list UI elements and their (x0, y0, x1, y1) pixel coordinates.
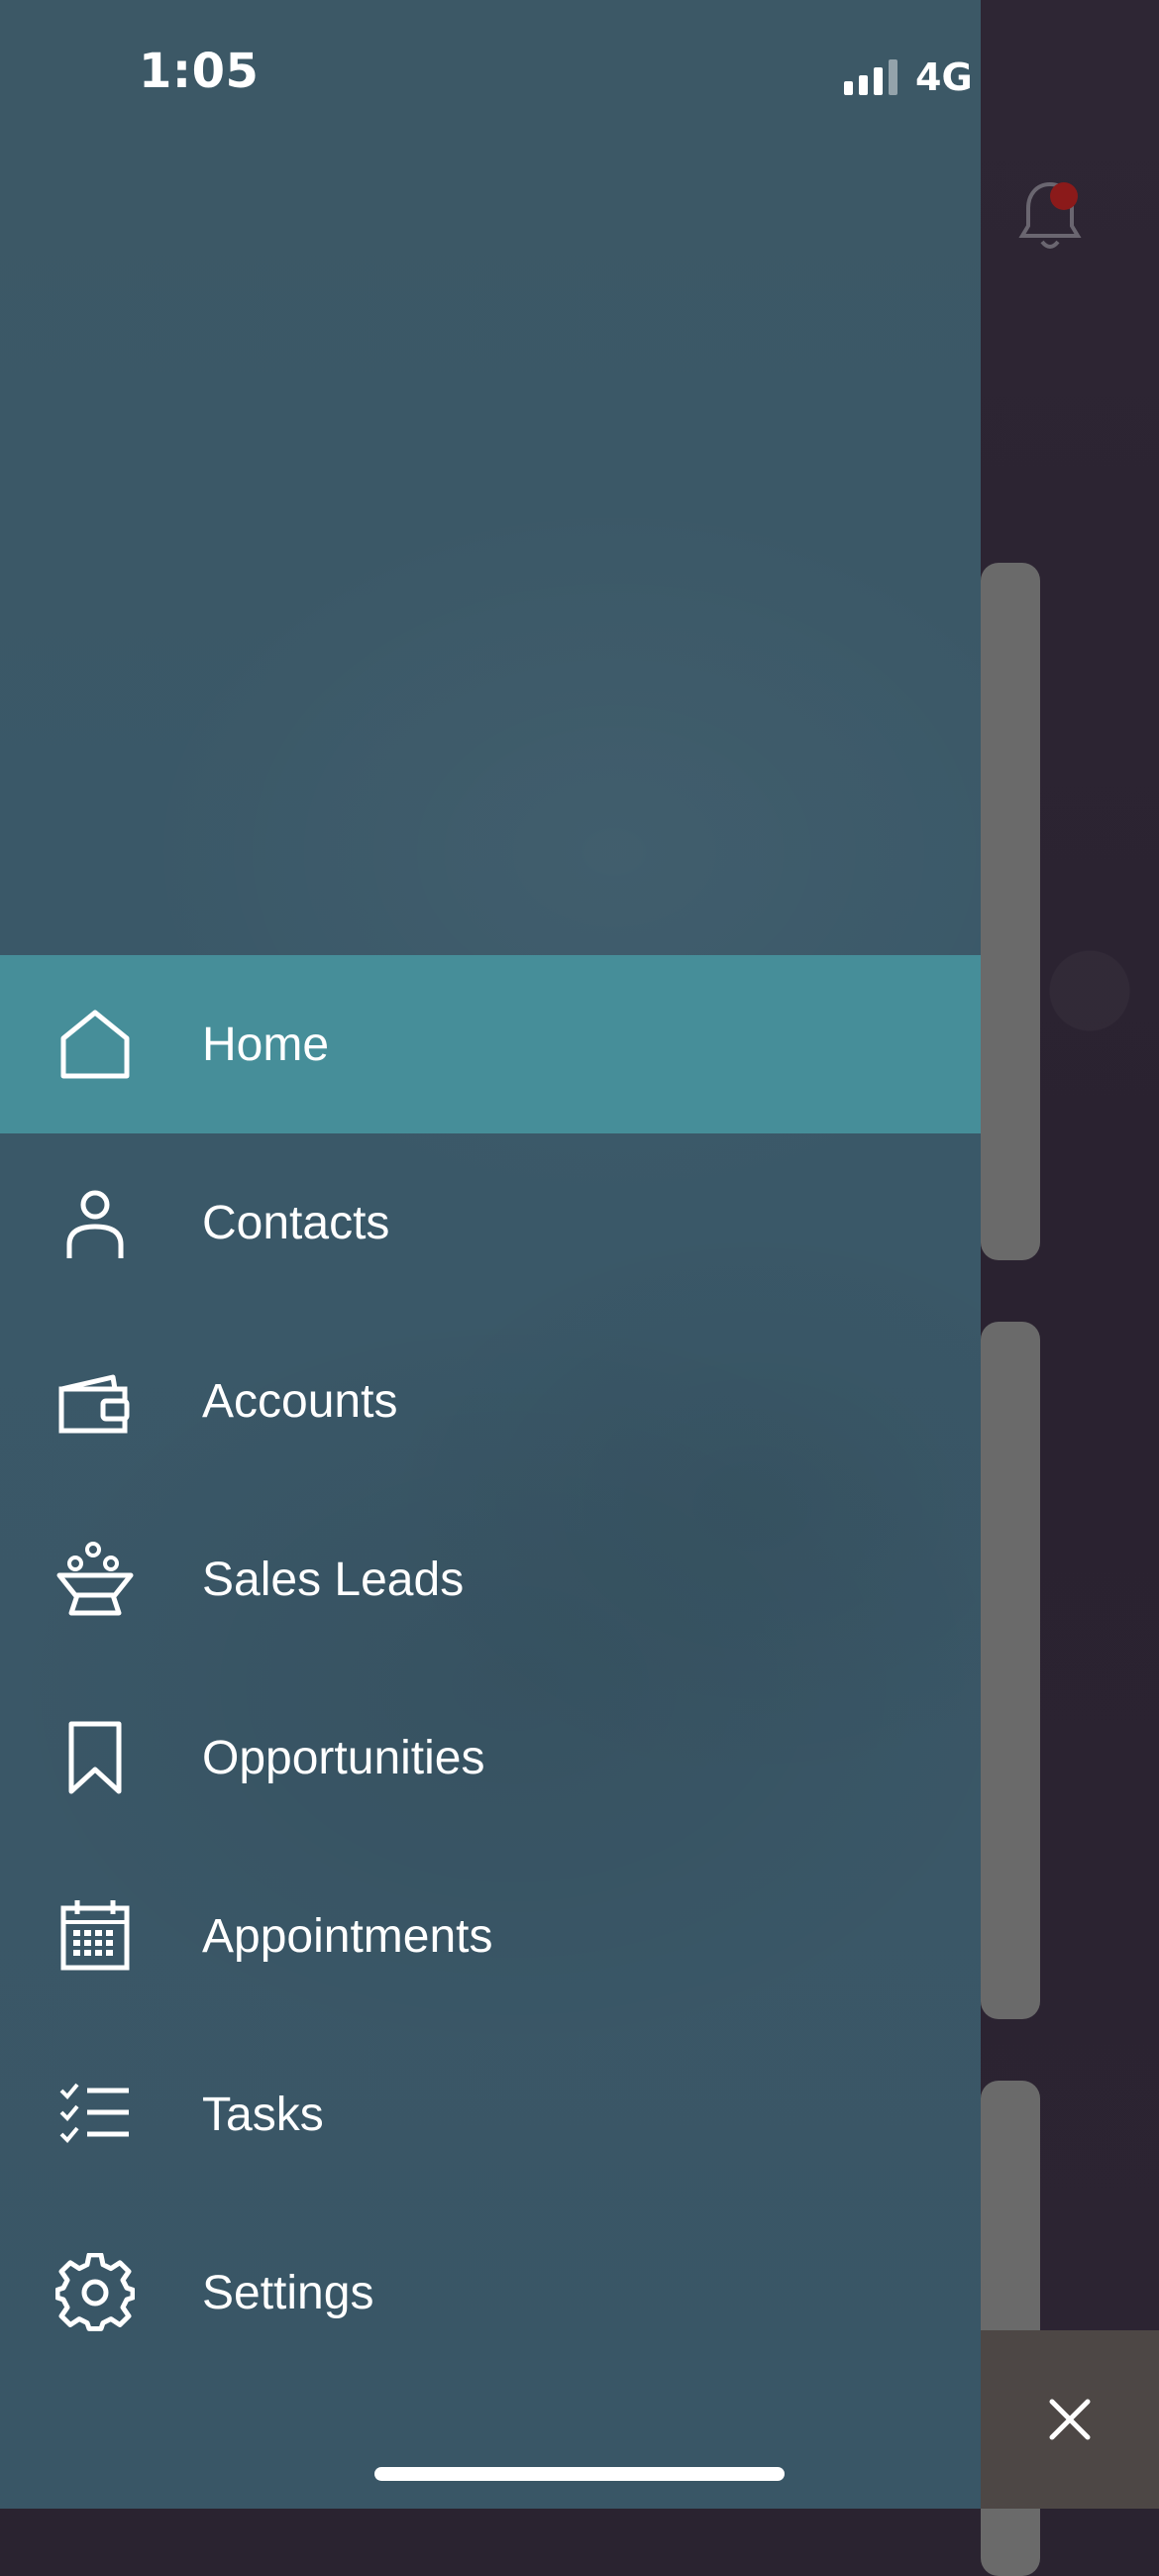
funnel-leads-icon (55, 1540, 135, 1619)
home-icon (55, 1005, 135, 1084)
menu-item-label: Accounts (202, 1374, 398, 1428)
network-type: 4G (915, 55, 973, 99)
navigation-drawer: 1:05 4G 80 Home (0, 0, 981, 2509)
menu-item-sales-leads[interactable]: Sales Leads (0, 1490, 981, 1668)
signal-icon (844, 59, 897, 95)
menu-item-label: Appointments (202, 1909, 493, 1963)
close-icon (1049, 2399, 1091, 2440)
menu-item-tasks[interactable]: Tasks (0, 2025, 981, 2203)
menu-item-settings[interactable]: Settings (0, 2203, 981, 2382)
close-drawer-button[interactable] (981, 2330, 1159, 2509)
menu-item-label: Sales Leads (202, 1553, 465, 1606)
menu-item-label: Home (202, 1018, 330, 1071)
wallet-icon (55, 1361, 135, 1441)
checklist-icon (55, 2075, 135, 2154)
menu-item-accounts[interactable]: Accounts (0, 1312, 981, 1490)
bookmark-icon (55, 1718, 135, 1797)
menu-item-label: Settings (202, 2266, 374, 2319)
drawer-menu: Home Contacts Accounts Sales Leads Oppor… (0, 955, 981, 2382)
menu-item-label: Contacts (202, 1196, 390, 1249)
home-indicator[interactable] (374, 2467, 785, 2481)
calendar-icon (55, 1896, 135, 1976)
gear-icon (55, 2253, 135, 2332)
notification-bell-icon[interactable] (1018, 178, 1082, 258)
menu-item-contacts[interactable]: Contacts (0, 1133, 981, 1312)
status-time: 1:05 (139, 44, 260, 99)
status-indicators: 4G 80 (844, 55, 981, 99)
person-icon (55, 1183, 135, 1262)
menu-item-appointments[interactable]: Appointments (0, 1847, 981, 2025)
background-card (981, 563, 1040, 1260)
menu-item-opportunities[interactable]: Opportunities (0, 1668, 981, 1847)
menu-item-label: Tasks (202, 2088, 324, 2141)
background-card (981, 1322, 1040, 2019)
menu-item-home[interactable]: Home (0, 955, 981, 1133)
notification-dot (1050, 182, 1078, 210)
menu-item-label: Opportunities (202, 1731, 485, 1784)
